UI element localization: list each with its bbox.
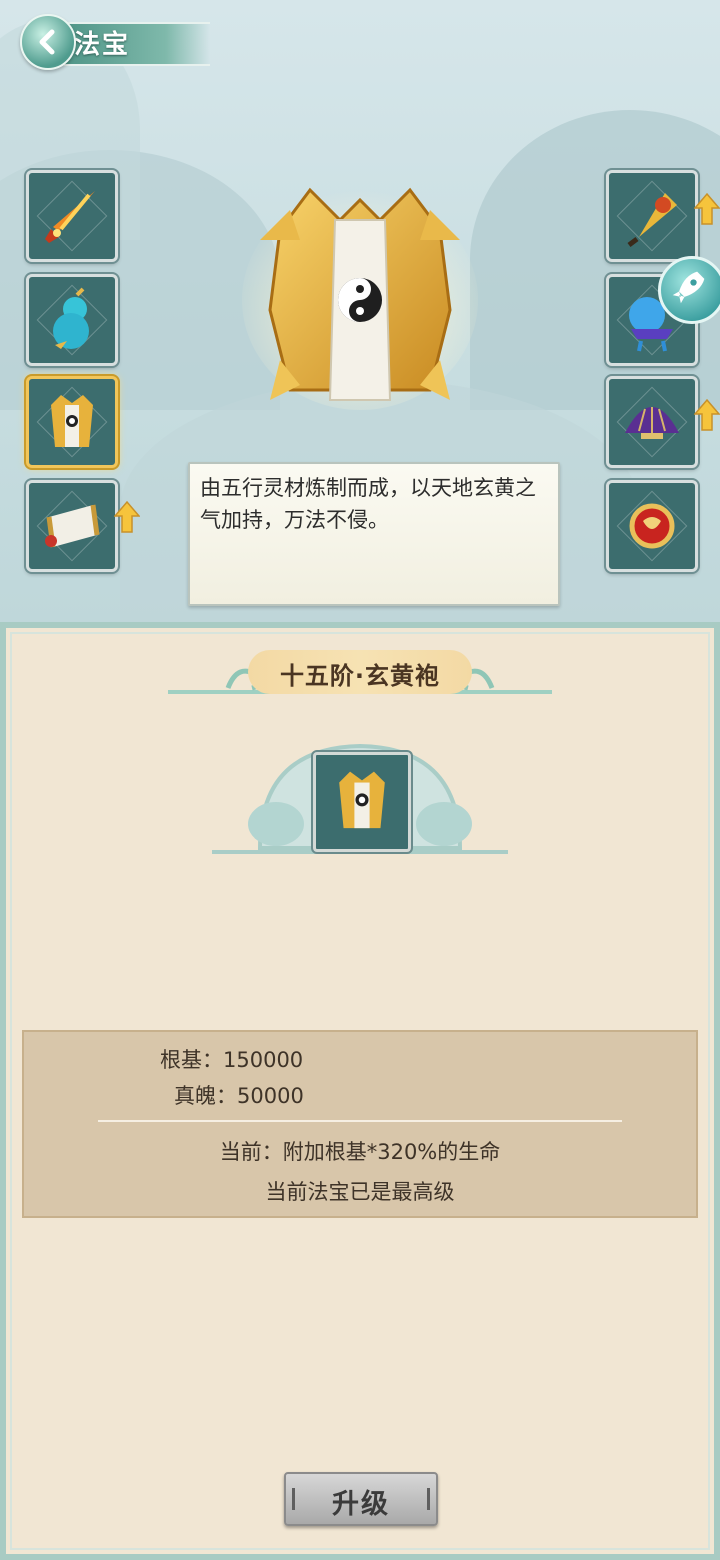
treasure-slot-red-gem[interactable] (606, 480, 698, 572)
upgrade-arrow-icon (694, 398, 720, 431)
treasure-slot-scroll[interactable] (26, 480, 118, 572)
stat-label: 根基： (160, 1048, 223, 1072)
tier-title: 十五阶·玄黄袍 (279, 662, 441, 690)
upgrade-arrow-icon (114, 500, 140, 533)
golden-robe-icon (51, 395, 93, 447)
stat-value: 50000 (237, 1084, 304, 1108)
max-level-note: 当前法宝已是最高级 (265, 1180, 455, 1204)
stats-divider (98, 1120, 622, 1122)
chevron-left-icon (39, 29, 55, 55)
purple-fan-icon (625, 407, 679, 439)
stat-value: 150000 (223, 1048, 304, 1072)
rocket-button[interactable] (658, 256, 720, 324)
rocket-icon (672, 271, 705, 304)
stat-root: 根基：150000 (160, 1044, 303, 1074)
golden-robe-icon (339, 771, 385, 829)
treasure-slot-golden-fan[interactable] (606, 170, 698, 262)
stat-soul: 真魄：50000 (174, 1080, 304, 1110)
red-gem-icon (629, 503, 675, 549)
back-button[interactable] (20, 14, 76, 70)
golden-robe-artwork (242, 187, 478, 410)
description-box: 由五行灵材炼制而成，以天地玄黄之气加持，万法不侵。 (188, 462, 560, 606)
page-title: 法宝 (74, 30, 131, 60)
golden-fan-icon (627, 193, 677, 247)
upgrade-button[interactable]: 升级 (284, 1472, 438, 1526)
upgrade-arrow-icon (694, 192, 720, 225)
treasure-slot-golden-robe[interactable] (26, 376, 118, 468)
treasure-description: 由五行灵材炼制而成，以天地玄黄之气加持，万法不侵。 (200, 476, 536, 532)
current-effect: 当前：附加根基*320%的生命 (219, 1140, 501, 1164)
gourd-icon (53, 287, 89, 349)
treasure-slot-flame-sword[interactable] (26, 170, 118, 262)
scroll-icon (45, 504, 100, 548)
treasure-slot-cyan-gourd[interactable] (26, 274, 118, 366)
upgrade-label: 升级 (332, 1489, 390, 1520)
page-header: 法宝 (20, 12, 210, 70)
stat-label: 真魄： (174, 1084, 237, 1108)
flame-sword-icon (45, 191, 95, 243)
selected-treasure-icon (313, 752, 411, 852)
treasure-slot-purple-fan[interactable] (606, 376, 698, 468)
